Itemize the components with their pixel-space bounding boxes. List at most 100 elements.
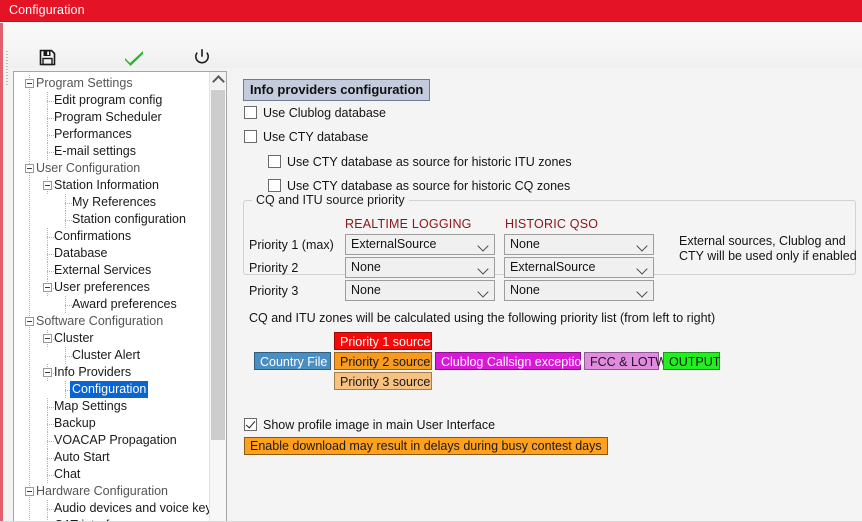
sidebar-item-label: User Configuration bbox=[36, 161, 141, 175]
sidebar-item-configuration[interactable]: Configuration bbox=[70, 381, 149, 398]
cty-historic-cq-checkbox[interactable]: Use CTY database as source for historic … bbox=[268, 179, 570, 193]
select-value: None bbox=[351, 260, 381, 274]
configuration-window: Configuration Save config Save and ap bbox=[0, 0, 862, 522]
sidebar-item-hardware-configuration[interactable]: Hardware Configuration bbox=[34, 483, 170, 500]
sidebar-item-audio-devices-and-voice-keye[interactable]: Audio devices and voice keye bbox=[52, 500, 210, 517]
sidebar-item-e-mail-settings[interactable]: E-mail settings bbox=[52, 143, 138, 160]
info-providers-pane: Info providers configuration Use Clublog… bbox=[232, 71, 862, 522]
group-title: CQ and ITU source priority bbox=[252, 193, 409, 207]
priority-2-realtime-select[interactable]: None bbox=[345, 257, 495, 278]
checkbox-label: Use CTY database as source for historic … bbox=[287, 179, 571, 193]
sidebar-item-software-configuration[interactable]: Software Configuration bbox=[34, 313, 165, 330]
priority-2-historic-select[interactable]: ExternalSource bbox=[504, 257, 654, 278]
chevron-down-icon bbox=[636, 240, 648, 252]
sidebar-item-cluster-alert[interactable]: Cluster Alert bbox=[70, 347, 142, 364]
sidebar-item-label: Program Scheduler bbox=[54, 110, 162, 124]
window-titlebar: Configuration bbox=[0, 0, 862, 22]
priority-1-realtime-select[interactable]: ExternalSource bbox=[345, 234, 495, 255]
sidebar-item-label: Chat bbox=[54, 467, 81, 481]
sidebar-item-info-providers[interactable]: Info Providers bbox=[52, 364, 133, 381]
sidebar-item-edit-program-config[interactable]: Edit program config bbox=[52, 92, 164, 109]
sidebar-item-label: Hardware Configuration bbox=[36, 484, 169, 498]
sidebar-item-label: Backup bbox=[54, 416, 96, 430]
priority-3-historic-select[interactable]: None bbox=[504, 280, 654, 301]
select-value: None bbox=[510, 237, 540, 251]
tree-expander-icon[interactable] bbox=[25, 317, 34, 326]
select-value: ExternalSource bbox=[510, 260, 596, 274]
sidebar-item-label: Edit program config bbox=[54, 93, 163, 107]
scroll-up-button[interactable] bbox=[210, 72, 226, 89]
chevron-up-icon bbox=[211, 75, 225, 88]
sidebar-item-voacap-propagation[interactable]: VOACAP Propagation bbox=[52, 432, 179, 449]
sidebar-item-award-preferences[interactable]: Award preferences bbox=[70, 296, 179, 313]
priority-1-label: Priority 1 (max) bbox=[249, 238, 334, 252]
use-clublog-database-checkbox[interactable]: Use Clublog database bbox=[244, 106, 386, 120]
sidebar-item-chat[interactable]: Chat bbox=[52, 466, 82, 483]
sidebar-item-label: Configuration bbox=[70, 381, 149, 398]
tree-expander-icon[interactable] bbox=[25, 79, 34, 88]
sidebar-item-label: Program Settings bbox=[36, 76, 133, 90]
sidebar-item-label: My References bbox=[72, 195, 157, 209]
tree-expander-icon[interactable] bbox=[43, 181, 52, 190]
sidebar-item-station-configuration[interactable]: Station configuration bbox=[70, 211, 188, 228]
sidebar-item-label: Confirmations bbox=[54, 229, 132, 243]
sidebar-item-program-scheduler[interactable]: Program Scheduler bbox=[52, 109, 164, 126]
sidebar-item-station-information[interactable]: Station Information bbox=[52, 177, 161, 194]
sidebar-item-user-preferences[interactable]: User preferences bbox=[52, 279, 152, 296]
left-accent-stripe bbox=[0, 23, 3, 522]
tree-expander-icon[interactable] bbox=[25, 487, 34, 496]
page-title: Info providers configuration bbox=[243, 79, 431, 101]
cty-historic-itu-checkbox[interactable]: Use CTY database as source for historic … bbox=[268, 155, 572, 169]
tree-expander-icon[interactable] bbox=[43, 334, 52, 343]
priority-1-historic-select[interactable]: None bbox=[504, 234, 654, 255]
sidebar-item-cluster[interactable]: Cluster bbox=[52, 330, 96, 347]
sidebar-item-label: Map Settings bbox=[54, 399, 127, 413]
sidebar-item-label: Station configuration bbox=[72, 212, 186, 226]
sidebar-item-user-configuration[interactable]: User Configuration bbox=[34, 160, 142, 177]
column-header-realtime: REALTIME LOGGING bbox=[345, 217, 472, 231]
settings-tree[interactable]: Program Settings Edit program config Progr… bbox=[14, 72, 210, 521]
tree-scrollbar[interactable] bbox=[209, 72, 226, 521]
sidebar-item-map-settings[interactable]: Map Settings bbox=[52, 398, 129, 415]
show-profile-image-checkbox[interactable]: Show profile image in main User Interfac… bbox=[244, 418, 495, 432]
priority-3-realtime-select[interactable]: None bbox=[345, 280, 495, 301]
sidebar-item-label: Award preferences bbox=[72, 297, 177, 311]
priority-badge-fcc-lotw: FCC & LOTW bbox=[584, 352, 667, 370]
sidebar-item-label: Database bbox=[54, 246, 108, 260]
toolbar: Save config Save and apply Exit bbox=[0, 23, 862, 87]
priority-badge-priority-3-source: Priority 3 source bbox=[334, 372, 432, 390]
sidebar-item-label: Auto Start bbox=[54, 450, 110, 464]
sidebar-item-label: VOACAP Propagation bbox=[54, 433, 177, 447]
sidebar-item-label: User preferences bbox=[54, 280, 150, 294]
sidebar-item-backup[interactable]: Backup bbox=[52, 415, 98, 432]
use-cty-database-checkbox[interactable]: Use CTY database bbox=[244, 130, 368, 144]
tree-expander-icon[interactable] bbox=[43, 368, 52, 377]
scrollbar-thumb[interactable] bbox=[211, 90, 225, 440]
priority-badge-priority-2-source: Priority 2 source bbox=[334, 352, 432, 370]
sidebar-item-database[interactable]: Database bbox=[52, 245, 110, 262]
checkbox-box bbox=[244, 106, 257, 119]
select-value: None bbox=[510, 283, 540, 297]
sidebar-item-performances[interactable]: Performances bbox=[52, 126, 134, 143]
sidebar-item-label: Station Information bbox=[54, 178, 159, 192]
sidebar-item-label: External Services bbox=[54, 263, 152, 277]
checkbox-label: Show profile image in main User Interfac… bbox=[263, 418, 496, 432]
priority-3-label: Priority 3 bbox=[249, 284, 299, 298]
sidebar-item-my-references[interactable]: My References bbox=[70, 194, 158, 211]
tree-expander-icon[interactable] bbox=[25, 164, 34, 173]
tree-guide-line bbox=[29, 75, 30, 521]
checkbox-label: Use CTY database bbox=[263, 130, 369, 144]
sidebar-item-confirmations[interactable]: Confirmations bbox=[52, 228, 133, 245]
sidebar-item-external-services[interactable]: External Services bbox=[52, 262, 153, 279]
priority-badge-output: OUTPUT bbox=[663, 352, 720, 370]
sidebar-item-auto-start[interactable]: Auto Start bbox=[52, 449, 112, 466]
column-header-historic: HISTORIC QSO bbox=[505, 217, 599, 231]
checkbox-label: Use Clublog database bbox=[263, 106, 386, 120]
tree-expander-icon[interactable] bbox=[43, 283, 52, 292]
priority-badge-country-file: Country File bbox=[254, 352, 331, 370]
sidebar-item-program-settings[interactable]: Program Settings bbox=[34, 75, 135, 92]
select-value: ExternalSource bbox=[351, 237, 437, 251]
power-icon bbox=[182, 48, 222, 69]
select-value: None bbox=[351, 283, 381, 297]
chevron-down-icon bbox=[636, 263, 648, 275]
